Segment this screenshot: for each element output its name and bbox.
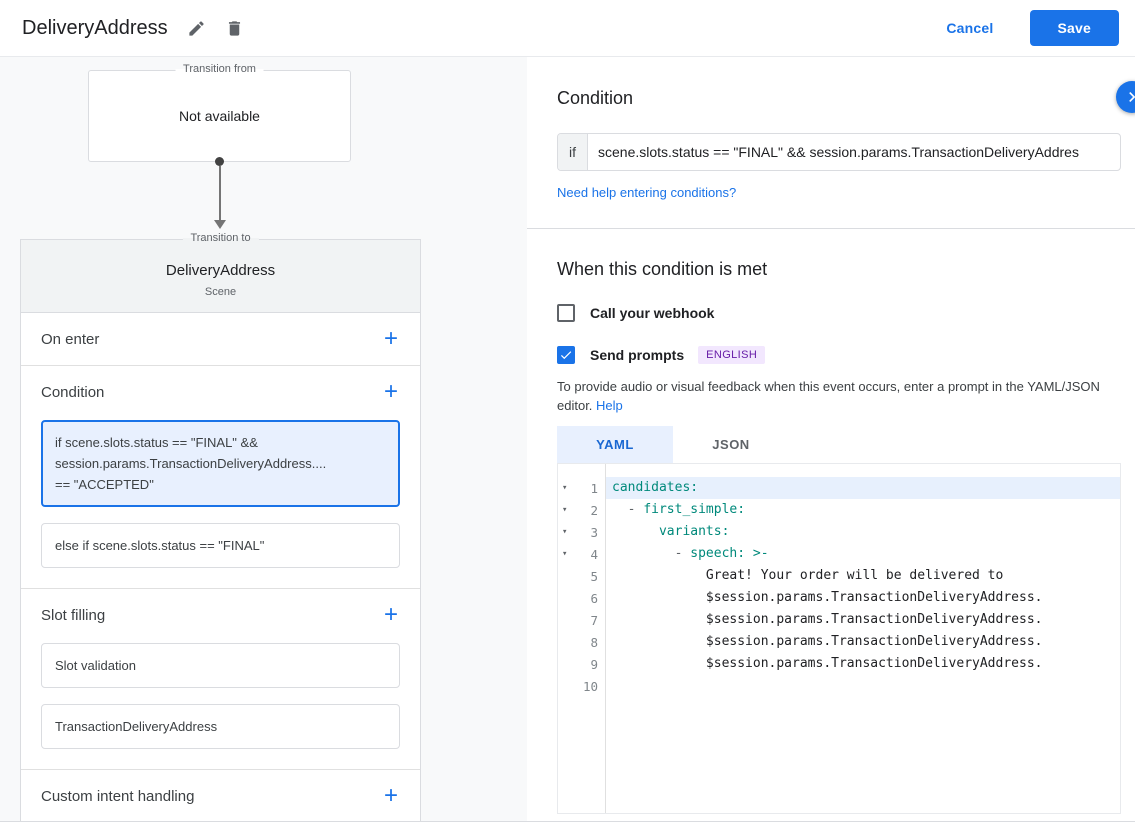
bottom-edge xyxy=(0,821,1135,827)
code-line[interactable]: Great! Your order will be delivered to xyxy=(606,565,1120,587)
line-number: 6 xyxy=(590,591,598,606)
transition-from-label: Transition from xyxy=(175,63,264,75)
scene-card: Transition to DeliveryAddress Scene On e… xyxy=(20,239,421,827)
condition-section-label: Condition xyxy=(41,384,104,401)
slot-items: Slot validation TransactionDeliveryAddres… xyxy=(21,643,420,749)
check-icon xyxy=(559,347,573,363)
code-editor[interactable]: ▾ 1 ▾ 2 ▾ 3 ▾ 4 5 6 7 8 9 10 candidates: - first_simp… xyxy=(557,463,1121,814)
scene-subtitle: Scene xyxy=(21,286,420,298)
custom-intent-section: Custom intent handling + xyxy=(21,770,420,822)
code-line[interactable] xyxy=(606,675,1120,697)
transition-from-value: Not available xyxy=(89,71,350,161)
send-prompts-row: Send prompts ENGLISH xyxy=(557,346,1121,364)
webhook-checkbox[interactable] xyxy=(557,304,575,322)
prompt-hint-text: To provide audio or visual feedback when… xyxy=(557,379,1100,413)
connector-dot xyxy=(215,157,224,166)
send-prompts-label: Send prompts xyxy=(590,347,684,363)
save-button[interactable]: Save xyxy=(1030,10,1120,46)
pencil-icon xyxy=(187,19,206,38)
condition-input-row: if scene.slots.status == "FINAL" && sess… xyxy=(557,133,1121,171)
line-number: 4 xyxy=(590,547,598,562)
send-prompts-checkbox[interactable] xyxy=(557,346,575,364)
scene-canvas: Transition from Not available Transition… xyxy=(0,57,527,827)
connector-line xyxy=(219,166,221,220)
tab-json[interactable]: JSON xyxy=(673,426,789,463)
condition-items: if scene.slots.status == "FINAL" &&sessi… xyxy=(21,420,420,568)
add-custom-intent-button[interactable]: + xyxy=(374,779,408,813)
scene-title: DeliveryAddress xyxy=(21,262,420,279)
code-line[interactable]: $session.params.TransactionDeliveryAddre… xyxy=(606,609,1120,631)
condition-item[interactable]: else if scene.slots.status == "FINAL" xyxy=(41,523,400,568)
editor-gutter: ▾ 1 ▾ 2 ▾ 3 ▾ 4 5 6 7 8 9 10 xyxy=(558,464,606,813)
slot-item[interactable]: Slot validation xyxy=(41,643,400,688)
cancel-button[interactable]: Cancel xyxy=(946,20,993,36)
on-enter-section: On enter + xyxy=(21,313,420,366)
hint-help-link[interactable]: Help xyxy=(596,398,623,413)
prompt-hint: To provide audio or visual feedback when… xyxy=(557,377,1109,415)
code-line[interactable]: - speech: >- xyxy=(606,543,1120,565)
condition-help-row: Need help entering conditions? xyxy=(557,184,1121,202)
condition-input[interactable]: scene.slots.status == "FINAL" && session… xyxy=(588,134,1120,170)
trash-icon xyxy=(225,19,244,38)
add-on-enter-button[interactable]: + xyxy=(374,322,408,356)
line-number: 10 xyxy=(583,679,598,694)
condition-help-link[interactable]: Need help entering conditions? xyxy=(557,185,736,200)
section-divider xyxy=(527,228,1135,229)
edit-title-button[interactable] xyxy=(180,11,214,45)
add-slot-button[interactable]: + xyxy=(374,598,408,632)
condition-item[interactable]: if scene.slots.status == "FINAL" &&sessi… xyxy=(41,420,400,507)
slot-item[interactable]: TransactionDeliveryAddress xyxy=(41,704,400,749)
page-title: DeliveryAddress xyxy=(22,17,168,40)
delete-scene-button[interactable] xyxy=(218,11,252,45)
slot-filling-section-label: Slot filling xyxy=(41,607,105,624)
custom-intent-section-label: Custom intent handling xyxy=(41,788,194,805)
fold-toggle-icon[interactable]: ▾ xyxy=(562,505,574,515)
add-condition-button[interactable]: + xyxy=(374,375,408,409)
code-line[interactable]: $session.params.TransactionDeliveryAddre… xyxy=(606,631,1120,653)
tab-yaml[interactable]: YAML xyxy=(557,426,673,463)
condition-section: Condition + if scene.slots.status == "FI… xyxy=(21,366,420,589)
transition-from-box[interactable]: Transition from Not available xyxy=(88,70,351,162)
editor-tabs: YAMLJSON xyxy=(557,426,1121,463)
topbar: DeliveryAddress Cancel Save xyxy=(0,0,1135,57)
code-line[interactable]: $session.params.TransactionDeliveryAddre… xyxy=(606,587,1120,609)
webhook-label: Call your webhook xyxy=(590,305,714,321)
fold-toggle-icon[interactable]: ▾ xyxy=(562,527,574,537)
if-label: if xyxy=(558,134,588,170)
line-number: 9 xyxy=(590,657,598,672)
fold-toggle-icon[interactable]: ▾ xyxy=(562,549,574,559)
slot-filling-section: Slot filling + Slot validation Transactio… xyxy=(21,589,420,770)
editor-code[interactable]: candidates: - first_simple: variants: - … xyxy=(606,464,1120,813)
scene-card-header[interactable]: Transition to DeliveryAddress Scene xyxy=(21,240,420,313)
transition-connector xyxy=(213,157,226,229)
on-enter-section-label: On enter xyxy=(41,331,99,348)
webhook-row: Call your webhook xyxy=(557,304,1121,322)
line-number: 3 xyxy=(590,525,598,540)
line-number: 5 xyxy=(590,569,598,584)
arrow-down-icon xyxy=(214,220,226,229)
code-line[interactable]: - first_simple: xyxy=(606,499,1120,521)
detail-panel: Condition if scene.slots.status == "FINA… xyxy=(527,57,1135,827)
code-line[interactable]: candidates: xyxy=(606,477,1120,499)
transition-to-label: Transition to xyxy=(182,232,258,244)
line-number: 2 xyxy=(590,503,598,518)
line-number: 7 xyxy=(590,613,598,628)
code-line[interactable]: variants: xyxy=(606,521,1120,543)
condition-heading: Condition xyxy=(557,57,1121,109)
line-number: 1 xyxy=(590,481,598,496)
when-condition-heading: When this condition is met xyxy=(557,259,1121,280)
code-line[interactable]: $session.params.TransactionDeliveryAddre… xyxy=(606,653,1120,675)
chevron-right-icon xyxy=(1122,87,1135,107)
language-badge: ENGLISH xyxy=(698,346,765,364)
fold-toggle-icon[interactable]: ▾ xyxy=(562,483,574,493)
line-number: 8 xyxy=(590,635,598,650)
